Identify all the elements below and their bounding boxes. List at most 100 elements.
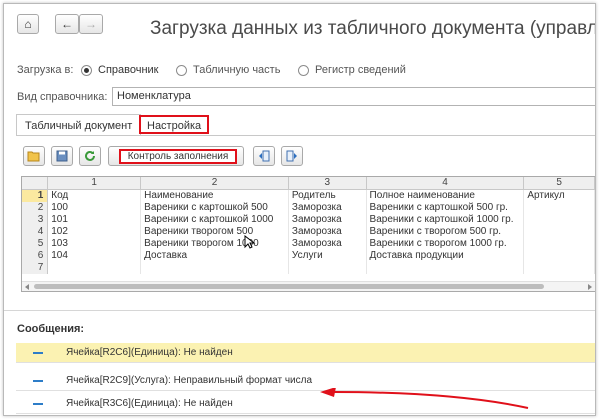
row-header[interactable]: 1 (22, 189, 49, 202)
message-text: Ячейка[R2C6](Единица): Не найден (66, 347, 233, 358)
cell[interactable] (288, 262, 367, 274)
annotation-arrow-icon (320, 388, 529, 409)
table-row[interactable]: 1 Код Наименование Родитель Полное наиме… (22, 189, 595, 202)
cell[interactable]: Вареники с творогом 1000 гр. (366, 238, 525, 250)
table-row[interactable]: 7 (22, 262, 595, 274)
indent-right-icon (286, 150, 297, 162)
load-into-label: Загрузка в: (17, 64, 74, 76)
spreadsheet-grid[interactable]: 1 2 3 4 5 1 Код Наименование Родитель По… (21, 176, 595, 292)
table-row[interactable]: 3 101 Вареники с картошкой 1000 Заморозк… (22, 214, 595, 226)
cell[interactable]: 101 (47, 214, 142, 226)
row-header[interactable]: 7 (22, 262, 49, 274)
message-dash-icon (33, 403, 43, 405)
move-down-button[interactable] (281, 146, 303, 166)
cell[interactable]: 103 (47, 238, 142, 250)
cell[interactable] (47, 262, 142, 274)
message-text: Ячейка[R3C6](Единица): Не найден (66, 398, 233, 409)
refresh-button[interactable] (79, 146, 101, 166)
cell[interactable]: Доставка продукции (366, 250, 525, 262)
row-header[interactable]: 6 (22, 250, 49, 262)
cell[interactable] (140, 262, 289, 274)
cell[interactable]: Вареники с творогом 500 гр. (366, 226, 525, 238)
cell[interactable] (523, 202, 595, 214)
horizontal-scrollbar[interactable] (22, 281, 595, 291)
row-header[interactable]: 2 (22, 202, 49, 214)
open-file-button[interactable] (23, 146, 45, 166)
message-text: Ячейка[R2C9](Услуга): Неправильный форма… (66, 375, 313, 386)
cell[interactable]: Вареники с картошкой 500 (140, 202, 289, 214)
tab-settings[interactable]: Настройка (139, 115, 210, 134)
column-header[interactable]: 2 (140, 177, 289, 190)
row-header[interactable]: 3 (22, 214, 49, 226)
cell[interactable]: 100 (47, 202, 142, 214)
tab-spreadsheet-label: Табличный документ (25, 120, 133, 132)
tab-settings-label: Настройка (147, 120, 202, 132)
catalog-kind-field[interactable]: Номенклатура (112, 87, 595, 106)
cell[interactable] (523, 250, 595, 262)
cell[interactable]: Заморозка (288, 238, 367, 250)
tab-spreadsheet[interactable]: Табличный документ (16, 114, 142, 136)
move-up-button[interactable] (253, 146, 275, 166)
scroll-right-arrow-icon[interactable] (588, 284, 592, 290)
panel-splitter[interactable] (4, 310, 595, 311)
floppy-disk-icon (56, 150, 68, 162)
home-icon: ⌂ (24, 17, 32, 31)
back-button[interactable]: ← (55, 14, 79, 34)
cell[interactable] (523, 238, 595, 250)
cell[interactable]: Вареники творогом 500 (140, 226, 289, 238)
cell[interactable]: 102 (47, 226, 142, 238)
indent-left-icon (259, 150, 270, 162)
folder-icon (27, 151, 40, 162)
message-dash-icon (33, 352, 43, 354)
forward-arrow-icon: → (85, 17, 97, 31)
scroll-left-arrow-icon[interactable] (25, 284, 29, 290)
table-row[interactable]: 2 100 Вареники с картошкой 500 Заморозка… (22, 202, 595, 214)
cell[interactable]: Родитель (288, 189, 367, 202)
radio-button-selected[interactable] (81, 65, 92, 76)
cell[interactable] (366, 262, 525, 274)
window-title: Загрузка данных из табличного документа … (150, 18, 595, 39)
message-item[interactable]: Ячейка[R2C6](Единица): Не найден (16, 343, 595, 363)
message-dash-icon (33, 380, 43, 382)
cell[interactable]: Артикул (523, 189, 595, 202)
cell[interactable]: Вареники творогом 1000 (140, 238, 289, 250)
table-row[interactable]: 4 102 Вареники творогом 500 Заморозка Ва… (22, 226, 595, 238)
cell[interactable] (523, 262, 595, 274)
save-button[interactable] (51, 146, 73, 166)
radio-button[interactable] (176, 65, 187, 76)
cell[interactable]: Доставка (140, 250, 289, 262)
cell[interactable]: Код (47, 189, 142, 202)
row-header[interactable]: 5 (22, 238, 49, 250)
check-fill-button-frame[interactable]: Контроль заполнения (108, 146, 244, 166)
cell[interactable]: Наименование (140, 189, 289, 202)
table-row[interactable]: 6 104 Доставка Услуги Доставка продукции (22, 250, 595, 262)
cell[interactable] (523, 214, 595, 226)
corner-cell[interactable] (22, 177, 49, 190)
column-header[interactable]: 4 (366, 177, 525, 190)
cell[interactable]: Заморозка (288, 202, 367, 214)
home-button[interactable]: ⌂ (17, 14, 39, 34)
scrollbar-thumb[interactable] (34, 284, 544, 289)
cell[interactable]: 104 (47, 250, 142, 262)
check-fill-button[interactable]: Контроль заполнения (119, 149, 237, 164)
cell[interactable]: Вареники с картошкой 1000 (140, 214, 289, 226)
cell[interactable]: Заморозка (288, 226, 367, 238)
cell[interactable]: Вареники с картошкой 500 гр. (366, 202, 525, 214)
radio-label-tabular-section: Табличную часть (193, 64, 281, 76)
cell[interactable]: Услуги (288, 250, 367, 262)
table-row[interactable]: 5 103 Вареники творогом 1000 Заморозка В… (22, 238, 595, 250)
row-header[interactable]: 4 (22, 226, 49, 238)
cell[interactable]: Вареники с картошкой 1000 гр. (366, 214, 525, 226)
form-window: ⌂ ← → Загрузка данных из табличного доку… (3, 3, 596, 416)
forward-button[interactable]: → (79, 14, 103, 34)
column-header[interactable]: 3 (288, 177, 367, 190)
column-header[interactable]: 1 (47, 177, 142, 190)
cell[interactable]: Полное наименование (366, 189, 525, 202)
radio-button[interactable] (298, 65, 309, 76)
radio-label-info-register: Регистр сведений (315, 64, 406, 76)
column-header-row: 1 2 3 4 5 (22, 177, 595, 190)
cell[interactable] (523, 226, 595, 238)
column-header[interactable]: 5 (523, 177, 595, 190)
back-arrow-icon: ← (61, 17, 73, 31)
cell[interactable]: Заморозка (288, 214, 367, 226)
